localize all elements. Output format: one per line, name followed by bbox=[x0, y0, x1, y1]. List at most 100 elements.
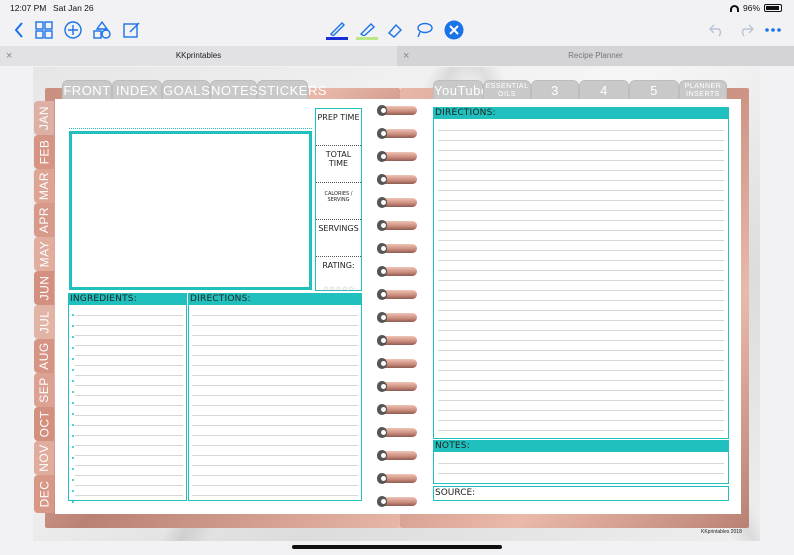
binder-ring bbox=[377, 312, 417, 323]
sidetab-label: JUL bbox=[37, 310, 51, 334]
binder-ring bbox=[377, 381, 417, 392]
toptab-notes[interactable]: NOTES bbox=[210, 80, 258, 100]
eraser-icon[interactable] bbox=[385, 19, 405, 41]
sidetab-label: DEC bbox=[37, 480, 51, 508]
toptab-essential-oils[interactable]: ESSENTIAL OILS bbox=[483, 80, 531, 100]
toptab-youtube[interactable]: YouTube bbox=[433, 80, 488, 100]
highlighter-icon[interactable] bbox=[355, 19, 379, 41]
sidetab-label: NOV bbox=[37, 444, 52, 472]
sidetab-dec[interactable]: DEC bbox=[34, 475, 54, 513]
binder-ring bbox=[377, 404, 417, 415]
toolbar bbox=[0, 16, 794, 44]
binder-ring bbox=[377, 105, 417, 116]
add-icon[interactable] bbox=[63, 19, 83, 41]
sidetab-label: MAY bbox=[37, 240, 51, 268]
close-tab-icon[interactable]: × bbox=[403, 46, 409, 66]
status-right: 96% bbox=[729, 3, 782, 13]
binder-ring bbox=[377, 496, 417, 507]
undo-icon[interactable] bbox=[708, 19, 726, 41]
directions-header-right: DIRECTIONS: bbox=[433, 107, 729, 119]
sidetab-label: JAN bbox=[37, 105, 52, 131]
close-tab-icon[interactable]: × bbox=[6, 46, 12, 66]
toptab-goals[interactable]: GOALS bbox=[162, 80, 210, 100]
tab-kkprintables[interactable]: × KKprintables bbox=[0, 46, 397, 66]
app-root: 12:07 PM Sat Jan 26 96% × KKprintables ×… bbox=[0, 0, 794, 555]
toptab-3[interactable]: 3 bbox=[531, 80, 579, 100]
pen-color-swatch bbox=[326, 37, 348, 40]
directions-lines-right bbox=[438, 121, 724, 434]
binder-ring bbox=[377, 450, 417, 461]
sidetab-label: OCT bbox=[37, 410, 51, 438]
binder-ring bbox=[377, 473, 417, 484]
binder-ring bbox=[377, 220, 417, 231]
pen-icon[interactable] bbox=[325, 19, 349, 41]
lasso-icon[interactable] bbox=[414, 19, 434, 41]
ingredients-lines bbox=[75, 306, 183, 496]
sidetab-label: FEB bbox=[37, 139, 51, 165]
sidetab-aug[interactable]: AUG bbox=[34, 339, 54, 373]
shapes-icon[interactable] bbox=[92, 19, 112, 41]
notes-header: NOTES: bbox=[433, 440, 729, 452]
binder-ring bbox=[377, 427, 417, 438]
highlighter-color-swatch bbox=[356, 37, 378, 40]
sidetab-label: JUN bbox=[37, 275, 51, 301]
binder-ring bbox=[377, 289, 417, 300]
source-label: SOURCE: bbox=[435, 488, 476, 498]
binder-ring bbox=[377, 128, 417, 139]
home-indicator[interactable] bbox=[292, 545, 502, 549]
toptab-planner-inserts[interactable]: PLANNER INSERTS bbox=[679, 80, 727, 100]
sidetab-jun[interactable]: JUN bbox=[34, 271, 54, 305]
recipe-info-panel: PREP TIME TOTAL TIME CALORIES / SERVING … bbox=[315, 108, 362, 293]
binder-ring bbox=[377, 197, 417, 208]
tab-label: KKprintables bbox=[175, 51, 222, 60]
edit-icon[interactable] bbox=[122, 19, 142, 41]
grid-icon[interactable] bbox=[34, 19, 54, 41]
toptab-front[interactable]: FRONT bbox=[62, 80, 112, 100]
binder-ring bbox=[377, 358, 417, 369]
redo-icon[interactable] bbox=[737, 19, 755, 41]
battery-icon bbox=[764, 4, 782, 12]
toptab-5[interactable]: 5 bbox=[629, 80, 679, 100]
sidetab-jul[interactable]: JUL bbox=[34, 305, 54, 339]
sidetab-nov[interactable]: NOV bbox=[34, 441, 54, 475]
source-box[interactable] bbox=[433, 486, 729, 501]
sidetab-label: AUG bbox=[37, 342, 52, 370]
more-icon[interactable] bbox=[764, 19, 782, 41]
document-tabs: × KKprintables × Recipe Planner bbox=[0, 46, 794, 66]
back-icon[interactable] bbox=[12, 19, 26, 41]
photo-box[interactable] bbox=[69, 131, 312, 290]
sidetab-may[interactable]: MAY bbox=[34, 237, 54, 271]
directions-header-left: DIRECTIONS: bbox=[188, 293, 362, 305]
sidetab-label: APR bbox=[37, 206, 51, 234]
directions-lines-left bbox=[192, 306, 358, 496]
rating-label: RATING: bbox=[322, 261, 355, 270]
sidetab-mar[interactable]: MAR bbox=[34, 169, 54, 203]
prep-time-label: PREP TIME bbox=[316, 109, 361, 146]
sidetab-sep[interactable]: SEP bbox=[34, 373, 54, 407]
binder-ring bbox=[377, 266, 417, 277]
status-date: Sat Jan 26 bbox=[53, 3, 94, 13]
rating-stars[interactable]: ☆☆☆☆☆ bbox=[316, 285, 361, 293]
sidetab-oct[interactable]: OCT bbox=[34, 407, 54, 441]
sidetab-apr[interactable]: APR bbox=[34, 203, 54, 237]
tab-label: Recipe Planner bbox=[568, 51, 623, 60]
toptab-4[interactable]: 4 bbox=[579, 80, 629, 100]
battery-percent: 96% bbox=[742, 3, 760, 13]
ingredients-header: INGREDIENTS: bbox=[68, 293, 187, 305]
sidetab-jan[interactable]: JAN bbox=[34, 101, 54, 135]
tab-recipe-planner[interactable]: × Recipe Planner bbox=[397, 46, 794, 66]
sidetab-feb[interactable]: FEB bbox=[34, 135, 54, 169]
status-time: 12:07 PM bbox=[10, 3, 47, 13]
recipe-title-line[interactable] bbox=[69, 128, 312, 129]
binder-ring bbox=[377, 174, 417, 185]
close-icon[interactable] bbox=[443, 19, 465, 41]
brand-mark: KKprintables 2018 bbox=[701, 529, 742, 535]
toptab-stickers[interactable]: STICKERS bbox=[257, 80, 327, 100]
sidetab-label: SEP bbox=[37, 377, 52, 403]
toptab-index[interactable]: INDEX bbox=[112, 80, 162, 100]
binder-ring bbox=[377, 151, 417, 162]
total-time-label: TOTAL TIME bbox=[316, 146, 361, 183]
binder-ring bbox=[377, 243, 417, 254]
wifi-icon bbox=[729, 4, 739, 12]
status-bar: 12:07 PM Sat Jan 26 96% bbox=[0, 0, 794, 16]
